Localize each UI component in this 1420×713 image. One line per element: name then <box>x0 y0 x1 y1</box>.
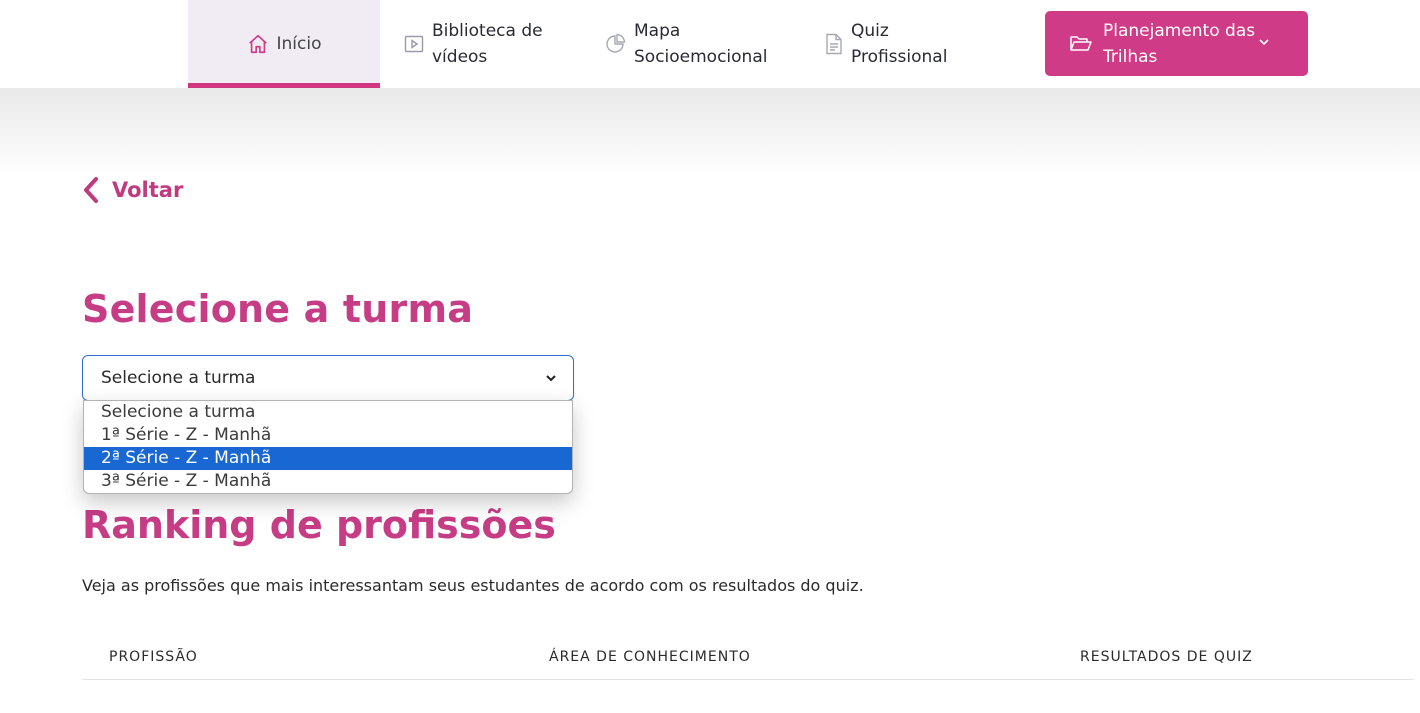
select-option[interactable]: 1ª Série - Z - Manhã <box>84 424 572 447</box>
ranking-heading: Ranking de profissões <box>82 503 556 547</box>
back-link[interactable]: Voltar <box>82 176 183 204</box>
nav-item-video-library[interactable]: Biblioteca de vídeos <box>404 0 543 88</box>
nav-video-library-label: Biblioteca de vídeos <box>432 18 543 70</box>
planning-line1: Planejamento <box>1103 20 1220 41</box>
top-navigation: Início Biblioteca de vídeos Mapa Socioem… <box>0 0 1420 88</box>
ranking-table-header: PROFISSÃO ÁREA DE CONHECIMENTO RESULTADO… <box>82 640 1414 680</box>
nav-home-label: Início <box>276 34 322 54</box>
folder-open-icon <box>1069 34 1093 54</box>
select-option[interactable]: 3ª Série - Z - Manhã <box>84 470 572 493</box>
pie-chart-icon <box>604 33 626 55</box>
nav-item-socioemotional-map[interactable]: Mapa Socioemocional <box>604 0 767 88</box>
select-option[interactable]: Selecione a turma <box>84 401 572 424</box>
class-select[interactable]: Selecione a turma <box>82 355 574 401</box>
chevron-down-icon <box>1258 37 1270 47</box>
nav-item-professional-quiz[interactable]: Quiz Profissional <box>825 0 947 88</box>
class-select-options: Selecione a turma 1ª Série - Z - Manhã 2… <box>83 400 573 494</box>
chevron-down-icon <box>544 371 558 385</box>
nav-map-line1: Mapa <box>634 21 681 41</box>
nav-quiz-line2: Profissional <box>851 47 948 67</box>
class-select-value: Selecione a turma <box>101 368 256 388</box>
header-shadow <box>0 88 1420 178</box>
nav-socioemotional-map-label: Mapa Socioemocional <box>634 18 767 70</box>
ranking-description: Veja as profissões que mais interessanta… <box>82 576 864 595</box>
chevron-left-icon <box>82 176 100 204</box>
home-icon <box>247 33 269 55</box>
back-label: Voltar <box>112 178 184 202</box>
nav-quiz-line1: Quiz <box>851 21 889 41</box>
play-icon <box>404 34 424 54</box>
document-icon <box>825 33 843 55</box>
nav-map-line2: Socioemocional <box>634 47 768 67</box>
column-header-quiz-results[interactable]: RESULTADOS DE QUIZ <box>1080 649 1253 665</box>
nav-professional-quiz-label: Quiz Profissional <box>851 18 947 70</box>
column-header-profession[interactable]: PROFISSÃO <box>109 649 198 665</box>
planning-trails-label: Planejamento das Trilhas <box>1103 18 1308 70</box>
nav-video-library-line1: Biblioteca de <box>432 21 543 41</box>
planning-trails-button[interactable]: Planejamento das Trilhas <box>1045 11 1308 76</box>
select-option-highlighted[interactable]: 2ª Série - Z - Manhã <box>84 447 572 470</box>
column-header-knowledge-area[interactable]: ÁREA DE CONHECIMENTO <box>549 649 751 665</box>
nav-video-library-line2: vídeos <box>432 47 488 67</box>
nav-item-home[interactable]: Início <box>188 0 380 88</box>
select-class-heading: Selecione a turma <box>82 287 474 331</box>
